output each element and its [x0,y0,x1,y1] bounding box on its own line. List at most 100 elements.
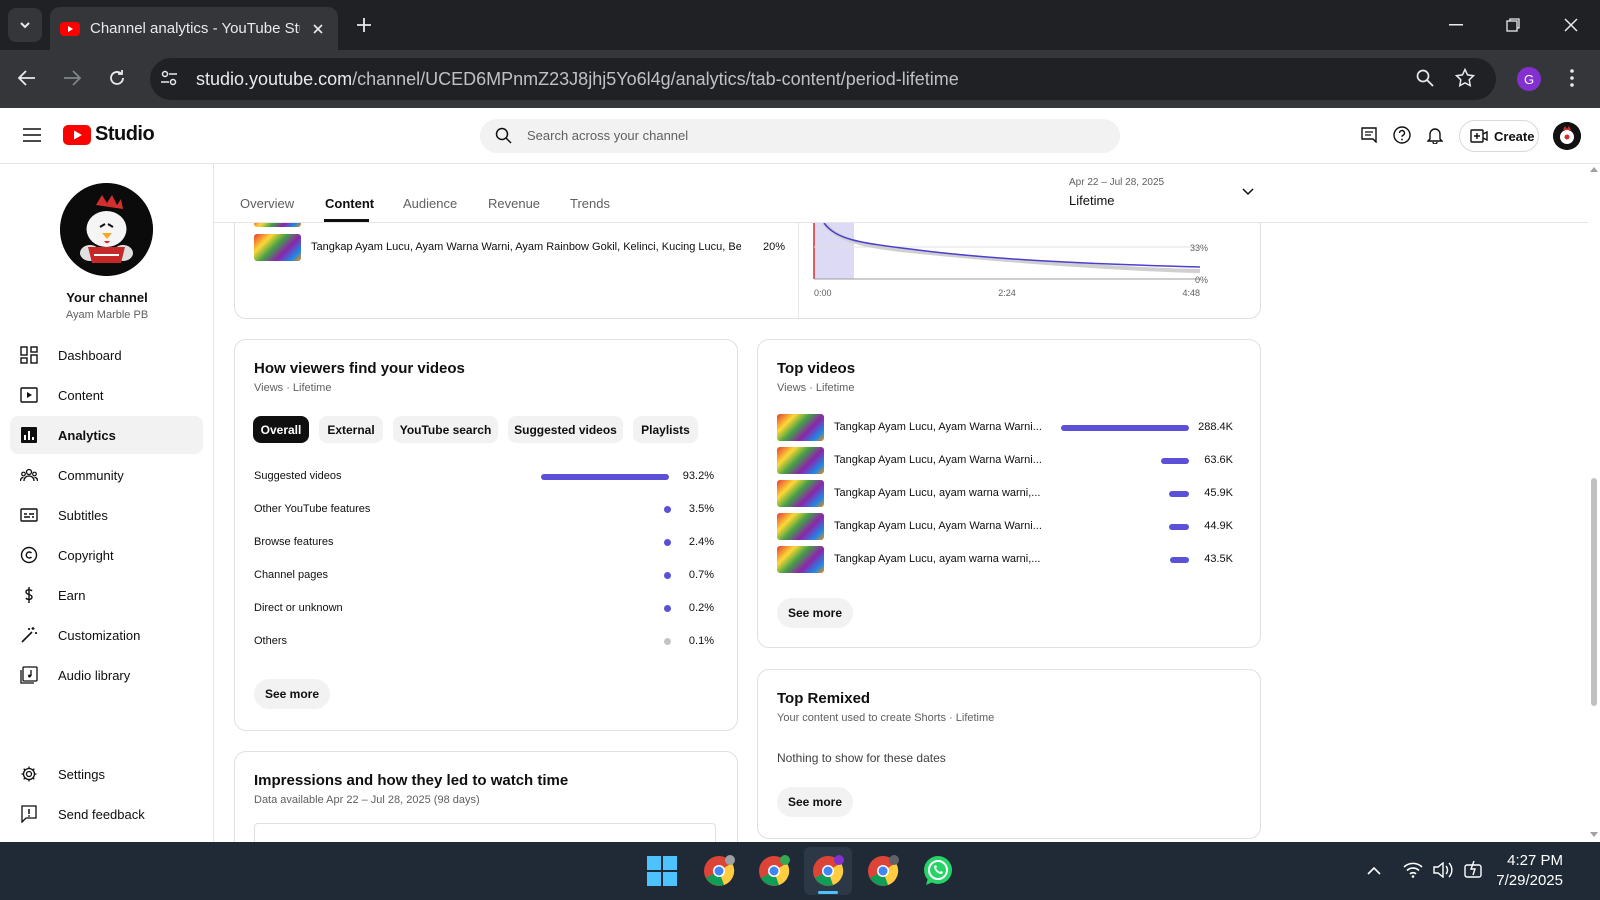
volume-icon[interactable] [1433,862,1453,878]
traffic-see-more-button[interactable]: See more [254,679,330,709]
browser-menu-icon[interactable] [1570,69,1574,87]
gear-icon [21,766,37,782]
top-remixed-see-more-button[interactable]: See more [777,787,853,817]
dollar-icon [25,587,33,603]
url-text[interactable]: studio.youtube.com/channel/UCED6MPnmZ23J… [196,69,959,90]
tab-audience[interactable]: Audience [403,196,457,211]
hamburger-menu-icon[interactable] [23,128,41,142]
chevron-up-icon[interactable] [1367,866,1381,875]
sidebar-item-community[interactable]: Community [10,456,203,494]
video-thumbnail[interactable] [777,414,824,441]
sidebar-item-label: Copyright [58,547,114,563]
create-video-icon [1470,129,1488,143]
account-avatar[interactable] [1553,122,1581,150]
video-title[interactable]: Tangkap Ayam Lucu, Ayam Warna Warni, Aya… [311,241,741,253]
chrome-icon[interactable] [703,855,735,887]
video-title[interactable]: Tangkap Ayam Lucu, Ayam Warna Warni... [834,520,1042,532]
restore-icon[interactable] [1506,18,1520,32]
sidebar-item-content[interactable]: Content [10,376,203,414]
top-videos-see-more-button[interactable]: See more [777,598,853,628]
scroll-up-arrow-icon[interactable] [1590,166,1598,172]
profile-avatar[interactable]: G [1517,67,1541,91]
chrome-icon[interactable] [758,855,790,887]
active-app-indicator [818,891,838,894]
browser-tab[interactable]: Channel analytics - YouTube Studio [50,7,338,50]
tab-overview[interactable]: Overview [240,196,294,211]
create-button[interactable]: Create [1459,120,1539,152]
forward-icon[interactable] [63,70,81,86]
wifi-icon[interactable] [1403,862,1423,878]
back-icon[interactable] [18,70,36,86]
chip-overall[interactable]: Overall [253,416,309,443]
sidebar-item-customization[interactable]: Customization [10,616,203,654]
chip-playlists[interactable]: Playlists [633,416,698,443]
period-selector[interactable]: Apr 22 – Jul 28, 2025 Lifetime [1069,175,1269,215]
close-window-icon[interactable] [1564,18,1578,32]
chip-external[interactable]: External [319,416,383,443]
sidebar-item-copyright[interactable]: Copyright [10,536,203,574]
traffic-share-dot [664,605,671,612]
notifications-bell-icon[interactable] [1427,126,1443,144]
video-thumbnail[interactable] [254,234,301,261]
video-thumbnail[interactable] [777,480,824,507]
traffic-row[interactable]: Direct or unknown 0.2% [254,599,714,619]
video-title[interactable]: Tangkap Ayam Lucu, Ayam Warna Warni... [834,454,1042,466]
site-info-icon[interactable] [160,69,178,87]
close-tab-icon[interactable] [312,23,324,35]
whatsapp-icon[interactable] [922,855,954,887]
reload-icon[interactable] [108,69,126,87]
sidebar-item-send-feedback[interactable]: Send feedback [10,795,203,833]
scroll-down-arrow-icon[interactable] [1590,832,1598,838]
sidebar-item-subtitles[interactable]: Subtitles [10,496,203,534]
video-title[interactable]: Tangkap Ayam Lucu, Ayam Warna Warni... [834,421,1042,433]
sidebar-item-settings[interactable]: Settings [10,755,203,793]
tab-content[interactable]: Content [325,196,374,211]
traffic-sources-subtitle: Views · Lifetime [254,382,332,394]
zoom-icon[interactable] [1416,69,1434,87]
chrome-icon[interactable] [867,855,899,887]
windows-start-icon[interactable] [647,856,677,886]
video-title[interactable]: Tangkap Ayam Lucu, ayam warna warni,... [834,553,1040,565]
chevron-down-icon [20,22,30,29]
chip-youtube-search[interactable]: YouTube search [393,416,498,443]
top-videos-title: Top videos [777,360,856,377]
sidebar-item-earn[interactable]: Earn [10,576,203,614]
traffic-source-value: 3.5% [688,503,714,515]
comments-icon[interactable] [1361,127,1377,143]
tab-search-dropdown[interactable] [8,8,42,42]
search-input[interactable]: Search across your channel [527,128,688,143]
traffic-row[interactable]: Browse features 2.4% [254,533,714,553]
traffic-row[interactable]: Channel pages 0.7% [254,566,714,586]
analytics-tabs-bar [214,164,1588,223]
traffic-source-label: Direct or unknown [254,602,343,614]
content-icon [20,387,38,403]
traffic-row[interactable]: Other YouTube features 3.5% [254,500,714,520]
chip-suggested-videos[interactable]: Suggested videos [508,416,623,443]
traffic-source-value: 0.2% [688,602,714,614]
tab-trends[interactable]: Trends [570,196,610,211]
traffic-row[interactable]: Others 0.1% [254,632,714,652]
sidebar-item-dashboard[interactable]: Dashboard [10,336,203,374]
feedback-icon [21,805,37,823]
channel-avatar[interactable] [60,183,153,276]
video-thumbnail[interactable] [777,513,824,540]
minimize-icon[interactable] [1449,24,1463,26]
taskbar-clock[interactable]: 4:27 PM 7/29/2025 [1496,851,1563,891]
traffic-row[interactable]: Suggested videos 93.2% [254,467,714,487]
scrollbar-thumb[interactable] [1591,478,1597,706]
sidebar-item-audio-library[interactable]: Audio library [10,656,203,694]
help-icon[interactable] [1393,126,1411,144]
bookmark-star-icon[interactable] [1455,68,1475,88]
video-thumbnail[interactable] [777,546,824,573]
video-title[interactable]: Tangkap Ayam Lucu, ayam warna warni,... [834,487,1040,499]
active-tab-underline [324,219,369,222]
chrome-icon[interactable] [812,855,844,887]
new-tab-icon[interactable] [356,17,372,33]
retention-divider [798,223,799,319]
battery-charging-icon[interactable] [1464,860,1484,880]
tab-revenue[interactable]: Revenue [488,196,540,211]
studio-logo[interactable]: Studio [63,123,155,146]
sidebar-item-analytics[interactable]: Analytics [10,416,203,454]
video-thumbnail[interactable] [777,447,824,474]
period-label: Lifetime [1069,193,1115,208]
